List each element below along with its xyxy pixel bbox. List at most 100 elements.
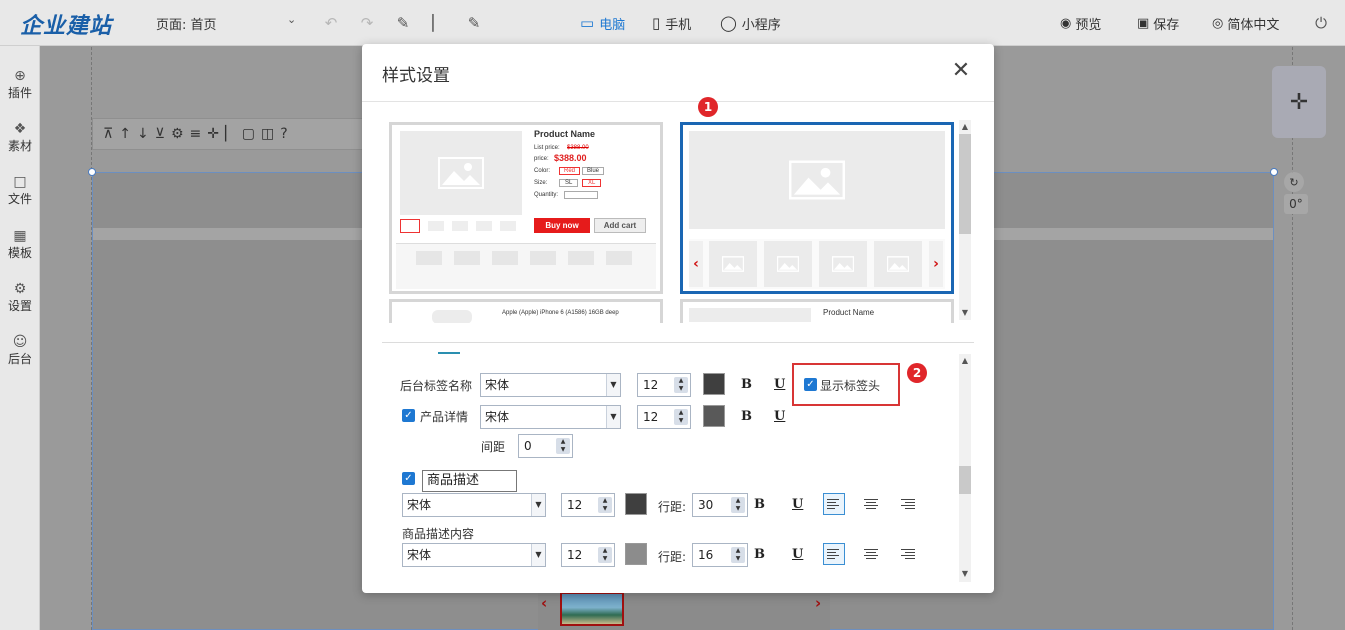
unlock-icon[interactable]: ▢ xyxy=(242,126,255,142)
save-icon: ▣ xyxy=(1137,15,1150,31)
tag-size-stepper[interactable]: 12 ▲ ▼ xyxy=(637,373,691,397)
resize-handle[interactable] xyxy=(88,168,96,176)
language-button[interactable]: ◎ 简体中文 xyxy=(1212,12,1279,34)
content-bold-button[interactable]: B xyxy=(754,547,765,562)
active-tab-indicator[interactable] xyxy=(438,352,460,354)
sidebar-item-backend[interactable]: ☺ 后台 xyxy=(0,334,40,367)
top-toolbar: 企业建站 页面: 首页 ⌄ ↶ ↷ ✎ ▏ ✎ ▭ 电脑 ▯ 手机 ◯ 小程序 … xyxy=(0,0,1345,46)
product-name: Product Name xyxy=(534,129,596,139)
move-up-icon[interactable]: ↑ xyxy=(119,126,131,142)
mobile-icon: ▯ xyxy=(652,14,661,32)
sidebar-item-settings[interactable]: ⚙ 设置 xyxy=(0,281,40,314)
sidebar-item-files[interactable]: □ 文件 xyxy=(0,174,40,207)
rotate-icon[interactable]: ↻ xyxy=(1284,172,1304,192)
scroll-up-icon[interactable]: ▲ xyxy=(959,356,971,365)
align-left-icon[interactable] xyxy=(823,493,845,515)
step-badge-2: 2 xyxy=(907,363,927,383)
scroll-up-icon[interactable]: ▲ xyxy=(959,122,971,131)
description-checkbox[interactable]: ✓ xyxy=(402,472,415,485)
align-bottom-icon[interactable]: ▏ xyxy=(225,126,236,142)
sidebar-item-templates[interactable]: ▦ 模板 xyxy=(0,228,40,261)
save-button[interactable]: ▣ 保存 xyxy=(1137,12,1179,34)
product-name: Product Name xyxy=(823,308,875,317)
tag-bold-button[interactable]: B xyxy=(741,377,752,392)
close-icon[interactable]: ✕ xyxy=(948,58,974,84)
resize-handle[interactable] xyxy=(1270,168,1278,176)
chevron-left-icon[interactable]: ‹ xyxy=(541,594,547,612)
align-center-icon[interactable] xyxy=(861,543,883,565)
size-option-sl: SL xyxy=(559,179,579,187)
plus-circle-icon: ⊕ xyxy=(14,68,26,84)
center-icon[interactable]: ✛ xyxy=(207,126,219,142)
align-right-icon[interactable] xyxy=(898,543,920,565)
tag-underline-button[interactable]: U xyxy=(774,377,785,392)
delete-icon[interactable]: ◫ xyxy=(261,126,274,142)
content-font-select[interactable]: 宋体 ▼ xyxy=(402,543,546,567)
redo-icon[interactable]: ↷ xyxy=(356,12,378,34)
content-size-stepper[interactable]: 12 ▲ ▼ xyxy=(561,543,615,567)
page-selector-label[interactable]: 页面: 首页 xyxy=(156,14,217,33)
list-icon[interactable]: ≡ xyxy=(190,126,202,142)
description-size-stepper[interactable]: 12 ▲ ▼ xyxy=(561,493,615,517)
tag-font-select[interactable]: 宋体 ▼ xyxy=(480,373,621,397)
move-bottom-icon[interactable]: ⊻ xyxy=(155,126,165,142)
user-icon: ☺ xyxy=(12,334,28,350)
size-label: Size: xyxy=(534,180,548,186)
description-underline-button[interactable]: U xyxy=(792,497,803,512)
content-color-swatch[interactable] xyxy=(625,543,647,565)
chevron-left-icon: ‹ xyxy=(689,241,703,287)
chevron-down-icon: ▼ xyxy=(606,374,620,396)
tag-color-swatch[interactable] xyxy=(703,373,725,395)
content-underline-button[interactable]: U xyxy=(792,547,803,562)
description-font-select[interactable]: 宋体 ▼ xyxy=(402,493,546,517)
undo-icon[interactable]: ↶ xyxy=(320,12,342,34)
product-detail-checkbox[interactable]: ✓ xyxy=(402,409,415,422)
template-option-3[interactable]: Apple (Apple) iPhone 6 (A1586) 16GB deep xyxy=(389,299,663,323)
template-option-1[interactable]: Product Name List price: $388.00 price: … xyxy=(389,122,663,294)
detail-underline-button[interactable]: U xyxy=(774,409,785,424)
move-handle-icon[interactable]: ✛ xyxy=(1272,66,1326,138)
description-line-height-stepper[interactable]: 30 ▲ ▼ xyxy=(692,493,748,517)
align-right-icon[interactable] xyxy=(898,493,920,515)
detail-font-select[interactable]: 宋体 ▼ xyxy=(480,405,621,429)
sidebar-item-materials[interactable]: ❖ 素材 xyxy=(0,121,40,154)
chevron-down-icon[interactable]: ⌄ xyxy=(287,13,296,26)
style-settings-icon[interactable]: ⚙ xyxy=(171,126,184,142)
sidebar-item-plugins[interactable]: ⊕ 插件 xyxy=(0,68,40,101)
power-icon[interactable]: ⏻ xyxy=(1310,12,1332,34)
preview-button[interactable]: ◉ 预览 xyxy=(1060,12,1101,34)
move-top-icon[interactable]: ⊼ xyxy=(103,126,113,142)
help-icon[interactable]: ? xyxy=(280,126,287,142)
detail-size-stepper[interactable]: 12 ▲ ▼ xyxy=(637,405,691,429)
description-bold-button[interactable]: B xyxy=(754,497,765,512)
device-miniprogram[interactable]: ◯ 小程序 xyxy=(720,12,781,34)
device-mobile[interactable]: ▯ 手机 xyxy=(652,12,691,34)
spinner-icon: ▲ ▼ xyxy=(556,438,570,454)
description-color-swatch[interactable] xyxy=(625,493,647,515)
scrollbar-thumb[interactable] xyxy=(959,134,971,234)
scroll-down-icon[interactable]: ▼ xyxy=(959,569,971,578)
align-center-icon[interactable] xyxy=(861,493,883,515)
content-line-height-stepper[interactable]: 16 ▲ ▼ xyxy=(692,543,748,567)
rotation-value: 0° xyxy=(1284,194,1308,214)
shapes-icon: ❖ xyxy=(13,121,27,137)
device-desktop[interactable]: ▭ 电脑 xyxy=(580,12,625,34)
style-settings-dialog: 样式设置 ✕ Product Name List price: $388.00 … xyxy=(362,44,994,593)
chevron-right-icon[interactable]: › xyxy=(815,594,821,612)
ruler-icon[interactable]: ✎ xyxy=(392,12,414,34)
tag-name-label: 后台标签名称 xyxy=(400,379,473,393)
align-bottom-icon[interactable]: ▏ xyxy=(427,12,449,34)
move-down-icon[interactable]: ↓ xyxy=(137,126,149,142)
template-option-2[interactable]: ‹ › xyxy=(680,122,954,294)
template-option-4[interactable]: Product Name xyxy=(680,299,954,323)
detail-bold-button[interactable]: B xyxy=(741,409,752,424)
price: $388.00 xyxy=(554,153,587,163)
description-title-input[interactable]: 商品描述 xyxy=(422,470,517,492)
spacing-stepper[interactable]: 0 ▲ ▼ xyxy=(518,434,573,458)
edit-icon[interactable]: ✎ xyxy=(463,12,485,34)
align-left-icon[interactable] xyxy=(823,543,845,565)
detail-color-swatch[interactable] xyxy=(703,405,725,427)
carousel-thumbnail[interactable] xyxy=(560,592,624,626)
scroll-down-icon[interactable]: ▼ xyxy=(959,308,971,317)
scrollbar-thumb[interactable] xyxy=(959,466,971,494)
